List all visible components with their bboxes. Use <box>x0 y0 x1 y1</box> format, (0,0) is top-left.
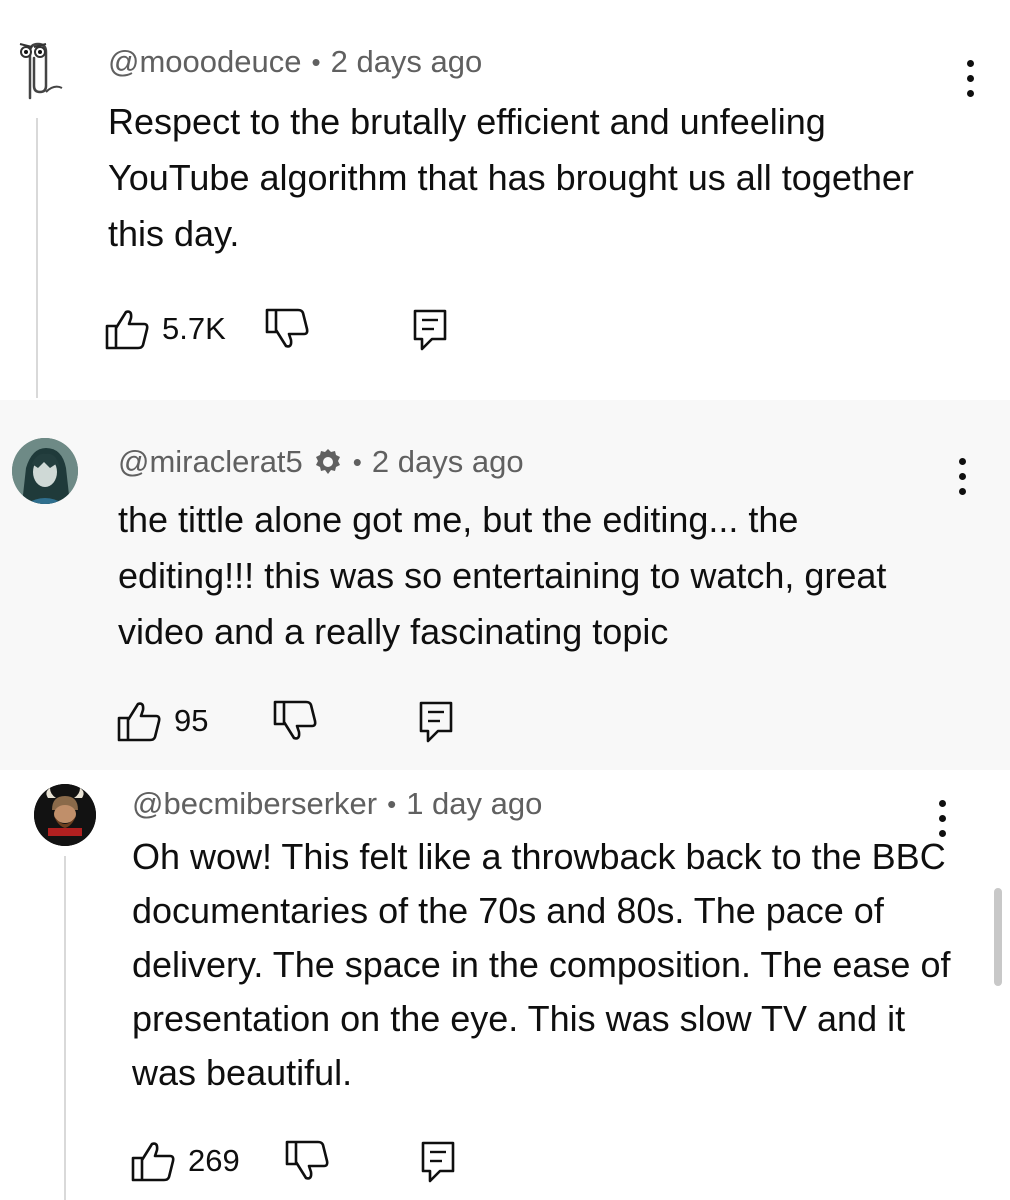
thread-line <box>64 856 66 1200</box>
like-count: 5.7K <box>162 311 226 346</box>
like-count: 95 <box>174 703 209 738</box>
viking-helmet-icon <box>34 784 96 846</box>
comment-time[interactable]: 1 day ago <box>406 786 542 822</box>
thumbs-down-icon <box>265 308 309 348</box>
dislike-button[interactable] <box>272 700 318 742</box>
paperclip-icon <box>19 42 63 100</box>
author-handle[interactable]: @becmiberserker <box>132 786 377 822</box>
comment-text: the tittle alone got me, but the editing… <box>118 499 887 652</box>
like-button[interactable]: 269 <box>130 1140 240 1182</box>
gear-badge-icon <box>313 447 343 477</box>
comment-meta: @becmiberserker • 1 day ago <box>132 786 542 822</box>
comment-meta: @mooodeuce • 2 days ago <box>108 44 482 80</box>
reply-icon <box>419 701 453 743</box>
comment-actions: 95 <box>116 700 476 744</box>
reply-icon <box>413 309 447 351</box>
thumbs-down-icon <box>285 1140 329 1180</box>
scrollbar-thumb[interactable] <box>994 888 1002 986</box>
reply-button[interactable] <box>418 700 454 744</box>
more-vertical-icon[interactable] <box>958 458 966 495</box>
comment-actions: 5.7K <box>104 308 464 352</box>
comment-text: Oh wow! This felt like a throwback back … <box>132 836 951 1093</box>
meta-separator: • <box>387 788 397 819</box>
like-button[interactable]: 5.7K <box>104 308 226 350</box>
like-button[interactable]: 95 <box>116 700 208 742</box>
thumbs-up-icon <box>105 310 149 350</box>
comment-time[interactable]: 2 days ago <box>331 44 483 80</box>
reply-icon <box>421 1141 455 1183</box>
like-count: 269 <box>188 1143 240 1178</box>
thumbs-down-icon <box>273 700 317 740</box>
paperclip-avatar[interactable] <box>10 38 66 108</box>
reply-button[interactable] <box>420 1140 456 1184</box>
comment-text: Respect to the brutally efficient and un… <box>108 101 914 254</box>
anime-character-avatar[interactable] <box>12 438 78 504</box>
author-handle[interactable]: @mooodeuce <box>108 44 301 80</box>
meta-separator: • <box>311 46 321 77</box>
dislike-button[interactable] <box>284 1140 330 1182</box>
thread-line <box>36 118 38 398</box>
thumbs-up-icon <box>117 702 161 742</box>
author-handle[interactable]: @miraclerat5 <box>118 444 303 480</box>
comment-actions: 269 <box>130 1140 490 1184</box>
comment-meta: @miraclerat5 • 2 days ago <box>118 444 524 480</box>
thumbs-up-icon <box>131 1142 175 1182</box>
dislike-button[interactable] <box>264 308 310 350</box>
character-avatar-icon <box>12 438 78 504</box>
reply-button[interactable] <box>412 308 448 352</box>
meta-separator: • <box>352 446 362 477</box>
viking-logo-avatar[interactable] <box>34 784 96 846</box>
comment-time[interactable]: 2 days ago <box>372 444 524 480</box>
more-vertical-icon[interactable] <box>966 60 974 97</box>
